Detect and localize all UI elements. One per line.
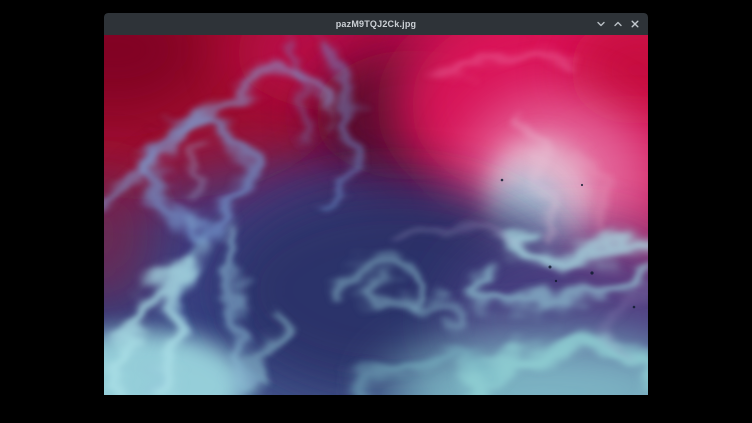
minimize-button[interactable]	[594, 16, 608, 32]
chevron-down-icon	[596, 19, 606, 29]
chevron-up-icon	[613, 19, 623, 29]
ink-photo	[104, 35, 648, 395]
close-button[interactable]	[628, 16, 642, 32]
window-title: pazM9TQJ2Ck.jpg	[104, 13, 648, 35]
image-viewport[interactable]	[104, 35, 648, 395]
image-viewer-window: pazM9TQJ2Ck.jpg	[104, 13, 648, 395]
close-icon	[630, 19, 640, 29]
desktop-background: pazM9TQJ2Ck.jpg	[0, 0, 752, 423]
window-titlebar[interactable]: pazM9TQJ2Ck.jpg	[104, 13, 648, 35]
maximize-button[interactable]	[611, 16, 625, 32]
window-controls	[594, 13, 642, 35]
